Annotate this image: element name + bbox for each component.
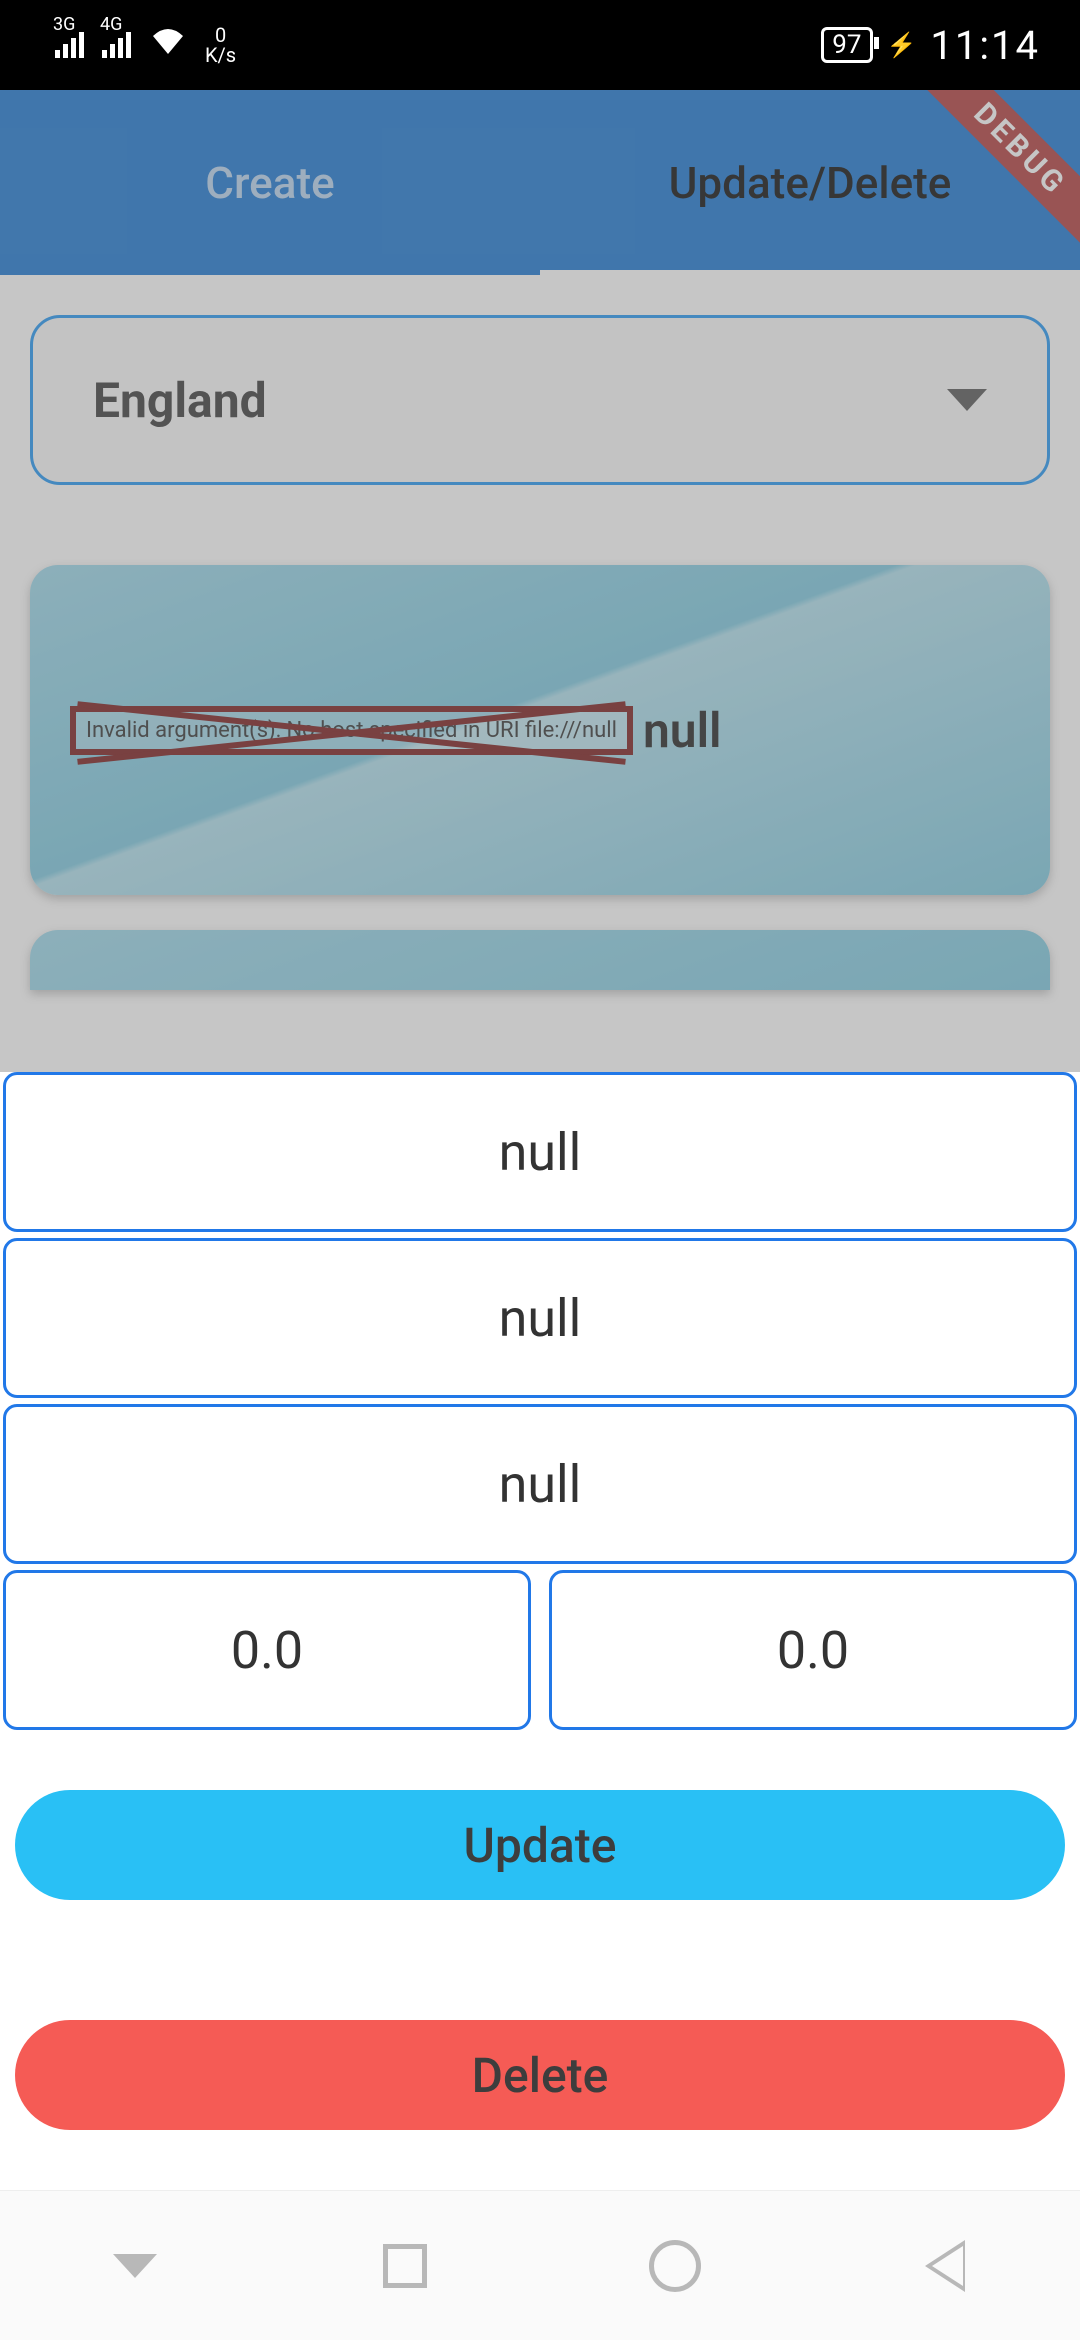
battery-icon: 97 xyxy=(821,27,872,63)
signal-4g-label: 4G xyxy=(100,14,122,35)
data-rate-unit: K/s xyxy=(205,45,236,65)
field-1-input[interactable]: null xyxy=(3,1072,1077,1232)
numeric-left-value: 0.0 xyxy=(231,1620,303,1681)
clock: 11:14 xyxy=(930,22,1040,69)
field-1-value: null xyxy=(499,1122,582,1183)
nav-back-icon[interactable] xyxy=(915,2236,975,2296)
system-nav-bar xyxy=(0,2190,1080,2340)
data-rate-value: 0 xyxy=(215,25,226,45)
field-3-value: null xyxy=(499,1454,582,1515)
delete-button[interactable]: Delete xyxy=(15,2020,1065,2130)
status-left: 3G 4G 0 K/s xyxy=(55,25,236,65)
data-rate: 0 K/s xyxy=(205,25,236,65)
wifi-icon xyxy=(149,26,187,64)
signal-3g-icon: 3G xyxy=(55,32,84,58)
edit-bottom-sheet: null null null 0.0 0.0 Update Delete xyxy=(0,1072,1080,2190)
signal-3g-label: 3G xyxy=(53,14,75,35)
status-bar: 3G 4G 0 K/s 97 ⚡ 11:14 xyxy=(0,0,1080,90)
field-2-input[interactable]: null xyxy=(3,1238,1077,1398)
update-button[interactable]: Update xyxy=(15,1790,1065,1900)
field-3-input[interactable]: null xyxy=(3,1404,1077,1564)
update-button-label: Update xyxy=(464,1817,617,1874)
signal-4g-icon: 4G xyxy=(102,32,131,58)
battery-level: 97 xyxy=(832,30,861,60)
field-2-value: null xyxy=(499,1288,582,1349)
numeric-right-input[interactable]: 0.0 xyxy=(549,1570,1077,1730)
nav-ime-icon[interactable] xyxy=(105,2236,165,2296)
status-right: 97 ⚡ 11:14 xyxy=(821,22,1040,69)
delete-button-label: Delete xyxy=(472,2047,609,2104)
nav-recent-icon[interactable] xyxy=(375,2236,435,2296)
charging-icon: ⚡ xyxy=(887,31,917,59)
nav-home-icon[interactable] xyxy=(645,2236,705,2296)
numeric-left-input[interactable]: 0.0 xyxy=(3,1570,531,1730)
numeric-right-value: 0.0 xyxy=(777,1620,849,1681)
